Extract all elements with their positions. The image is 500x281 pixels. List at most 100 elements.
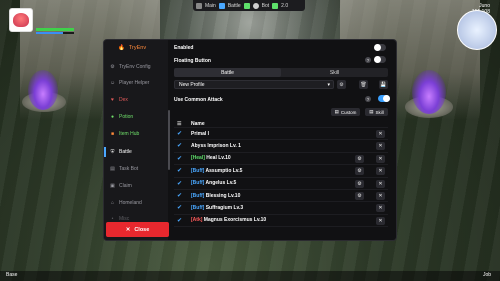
checkbox-check-icon[interactable]: ✔ xyxy=(177,193,183,199)
list-select-icon[interactable]: ☰ xyxy=(177,121,181,127)
sidebar-item-label: Homeland xyxy=(119,200,142,206)
sidebar-item-task-bot[interactable]: ▤ Task Bot xyxy=(104,162,168,176)
checkbox-check-icon[interactable]: ✔ xyxy=(177,156,183,162)
list-item[interactable]: ✔ [Buff] Angelus Lv.5 ⚙ ✕ xyxy=(174,178,388,190)
checkbox-check-icon[interactable]: ✔ xyxy=(177,143,183,149)
sidebar-item-claim[interactable]: ▣ Claim xyxy=(104,179,168,193)
skill-settings-button[interactable]: ⚙ xyxy=(355,154,364,163)
home-icon: ⌂ xyxy=(110,199,115,206)
sidebar-header-label: TryEnv xyxy=(128,45,147,51)
hud-main[interactable]: Main xyxy=(205,3,216,9)
list-item[interactable]: ✔ Abyss Imprison Lv. 1 ✕ xyxy=(174,140,388,153)
skill-button[interactable]: ▤ Skill xyxy=(365,108,388,116)
sidebar: 🔥 TryEnv ⚙ TryEnv Config ☺ Player Helper… xyxy=(104,40,169,240)
sidebar-item-label: Potion xyxy=(119,114,134,120)
checkbox-check-icon[interactable]: ✔ xyxy=(177,181,183,187)
checkbox-check-icon[interactable]: ✔ xyxy=(177,168,183,174)
list-item[interactable]: ✔ [Buff] Blessing Lv.10 ⚙ ✕ xyxy=(174,190,388,203)
custom-button-label: Custom xyxy=(340,109,357,115)
remove-skill-button[interactable]: ✕ xyxy=(376,179,385,188)
skill-name: [Heal] Heal Lv.10 xyxy=(191,155,231,161)
skill-rows: ✔ Primal I ✕ ✔ Abyss Imprison Lv. 1 ✕ ✔ [Heal] … xyxy=(174,128,388,228)
sidebar-item-label: Claim xyxy=(119,183,132,189)
tab-skill[interactable]: Skill xyxy=(281,68,388,77)
hud-version: 2.0 xyxy=(281,2,289,9)
sidebar-item-player-helper[interactable]: ☺ Player Helper xyxy=(104,76,168,90)
list-item[interactable]: ✔ [Buff] Assumptio Lv.5 ⚙ ✕ xyxy=(174,165,388,178)
sidebar-item-battle[interactable]: ⛨ Battle xyxy=(104,145,168,159)
task-icon: ▤ xyxy=(110,165,115,172)
skill-tag: [Atk] xyxy=(191,217,203,224)
info-icon[interactable]: ? xyxy=(365,57,371,63)
portal-left xyxy=(28,70,58,110)
list-item[interactable]: ✔ [Buff] Suffragium Lv.3 ✕ xyxy=(174,202,388,215)
skill-settings-button[interactable]: ⚙ xyxy=(355,167,364,176)
sidebar-item-item-hub[interactable]: ■ Item Hub xyxy=(104,127,168,141)
list-item[interactable]: ✔ Primal I ✕ xyxy=(174,128,388,141)
hud-bot[interactable]: Bot xyxy=(262,3,270,9)
sidebar-item-label: Player Helper xyxy=(119,80,150,86)
skill-tag: [Buff] xyxy=(191,192,205,199)
misc-icon: • xyxy=(111,215,114,222)
potion-icon: ● xyxy=(110,113,115,120)
save-icon: 💾 xyxy=(380,81,387,88)
skill-tag: [Heal] xyxy=(191,155,205,162)
checkbox-check-icon[interactable]: ✔ xyxy=(177,205,183,211)
skill-settings-button[interactable]: ⚙ xyxy=(355,191,364,200)
skill-tag: [Buff] xyxy=(191,205,205,212)
hud-battle[interactable]: Battle xyxy=(228,3,241,9)
remove-skill-button[interactable]: ✕ xyxy=(376,191,385,200)
skill-name: [Buff] Assumptio Lv.5 xyxy=(191,168,242,174)
avatar[interactable] xyxy=(9,8,33,32)
list-item[interactable]: ✔ [Atk] Magnus Exorcismus Lv.10 ✕ xyxy=(174,215,388,228)
close-button[interactable]: ✕ Close xyxy=(106,222,169,237)
list-item[interactable]: ✔ [Heal] Heal Lv.10 ⚙ ✕ xyxy=(174,153,388,166)
portal-right xyxy=(412,70,446,114)
sidebar-item-homeland[interactable]: ⌂ Homeland xyxy=(104,196,168,210)
box-icon: ■ xyxy=(110,130,115,137)
sidebar-item-label: Battle xyxy=(119,149,132,155)
remove-skill-button[interactable]: ✕ xyxy=(376,167,385,176)
remove-skill-button[interactable]: ✕ xyxy=(376,204,385,213)
enabled-toggle[interactable] xyxy=(374,44,386,51)
remove-skill-button[interactable]: ✕ xyxy=(376,142,385,151)
info-icon[interactable]: ? xyxy=(365,96,371,102)
profile-select-value: New Profile xyxy=(179,81,205,88)
floating-button-toggle[interactable] xyxy=(374,56,386,63)
tab-battle[interactable]: Battle xyxy=(174,68,281,77)
close-icon: ✕ xyxy=(125,226,131,233)
checkbox-check-icon[interactable]: ✔ xyxy=(177,131,183,137)
profile-delete-button[interactable]: 🗑 xyxy=(359,80,368,89)
avatar-portrait xyxy=(13,13,29,27)
skill-settings-button[interactable]: ⚙ xyxy=(355,179,364,188)
tab-bar: Battle Skill xyxy=(174,68,388,77)
chevron-down-icon: ▾ xyxy=(327,81,330,88)
close-label: Close xyxy=(134,226,150,233)
sidebar-item-potion[interactable]: ● Potion xyxy=(104,110,168,124)
minimap[interactable] xyxy=(457,10,497,50)
profile-save-button[interactable]: 💾 xyxy=(379,80,388,89)
remove-skill-button[interactable]: ✕ xyxy=(376,130,385,138)
top-hud-bar: Main Battle Bot 2.0 xyxy=(193,0,305,11)
custom-button[interactable]: ▤ Custom xyxy=(331,108,360,116)
bot-icon xyxy=(252,2,259,9)
skill-label: Blessing Lv.10 xyxy=(204,192,241,199)
profile-select[interactable]: New Profile ▾ xyxy=(174,80,334,89)
tryenv-menu: 🔥 TryEnv ⚙ TryEnv Config ☺ Player Helper… xyxy=(104,40,396,240)
list-icon: ▤ xyxy=(369,109,374,114)
skill-name: Primal I xyxy=(191,131,209,137)
sidebar-item-label: Item Hub xyxy=(119,131,140,137)
floating-button-label: Floating Button xyxy=(174,58,211,64)
common-attack-toggle[interactable] xyxy=(378,95,390,102)
remove-skill-button[interactable]: ✕ xyxy=(376,154,385,163)
remove-skill-button[interactable]: ✕ xyxy=(376,216,385,225)
toggle-knob xyxy=(374,56,381,63)
sidebar-item-dex[interactable]: ♥ Dex xyxy=(104,93,168,107)
profile-settings-button[interactable]: ⚙ xyxy=(337,80,346,89)
checkbox-check-icon[interactable]: ✔ xyxy=(177,218,183,224)
bottom-strip xyxy=(0,271,500,281)
sidebar-item-label: TryEnv Config xyxy=(119,64,151,70)
sidebar-item-tryenv-config[interactable]: ⚙ TryEnv Config xyxy=(104,60,168,74)
sidebar-scrollbar[interactable] xyxy=(168,110,170,170)
base-label: Base xyxy=(6,272,18,278)
